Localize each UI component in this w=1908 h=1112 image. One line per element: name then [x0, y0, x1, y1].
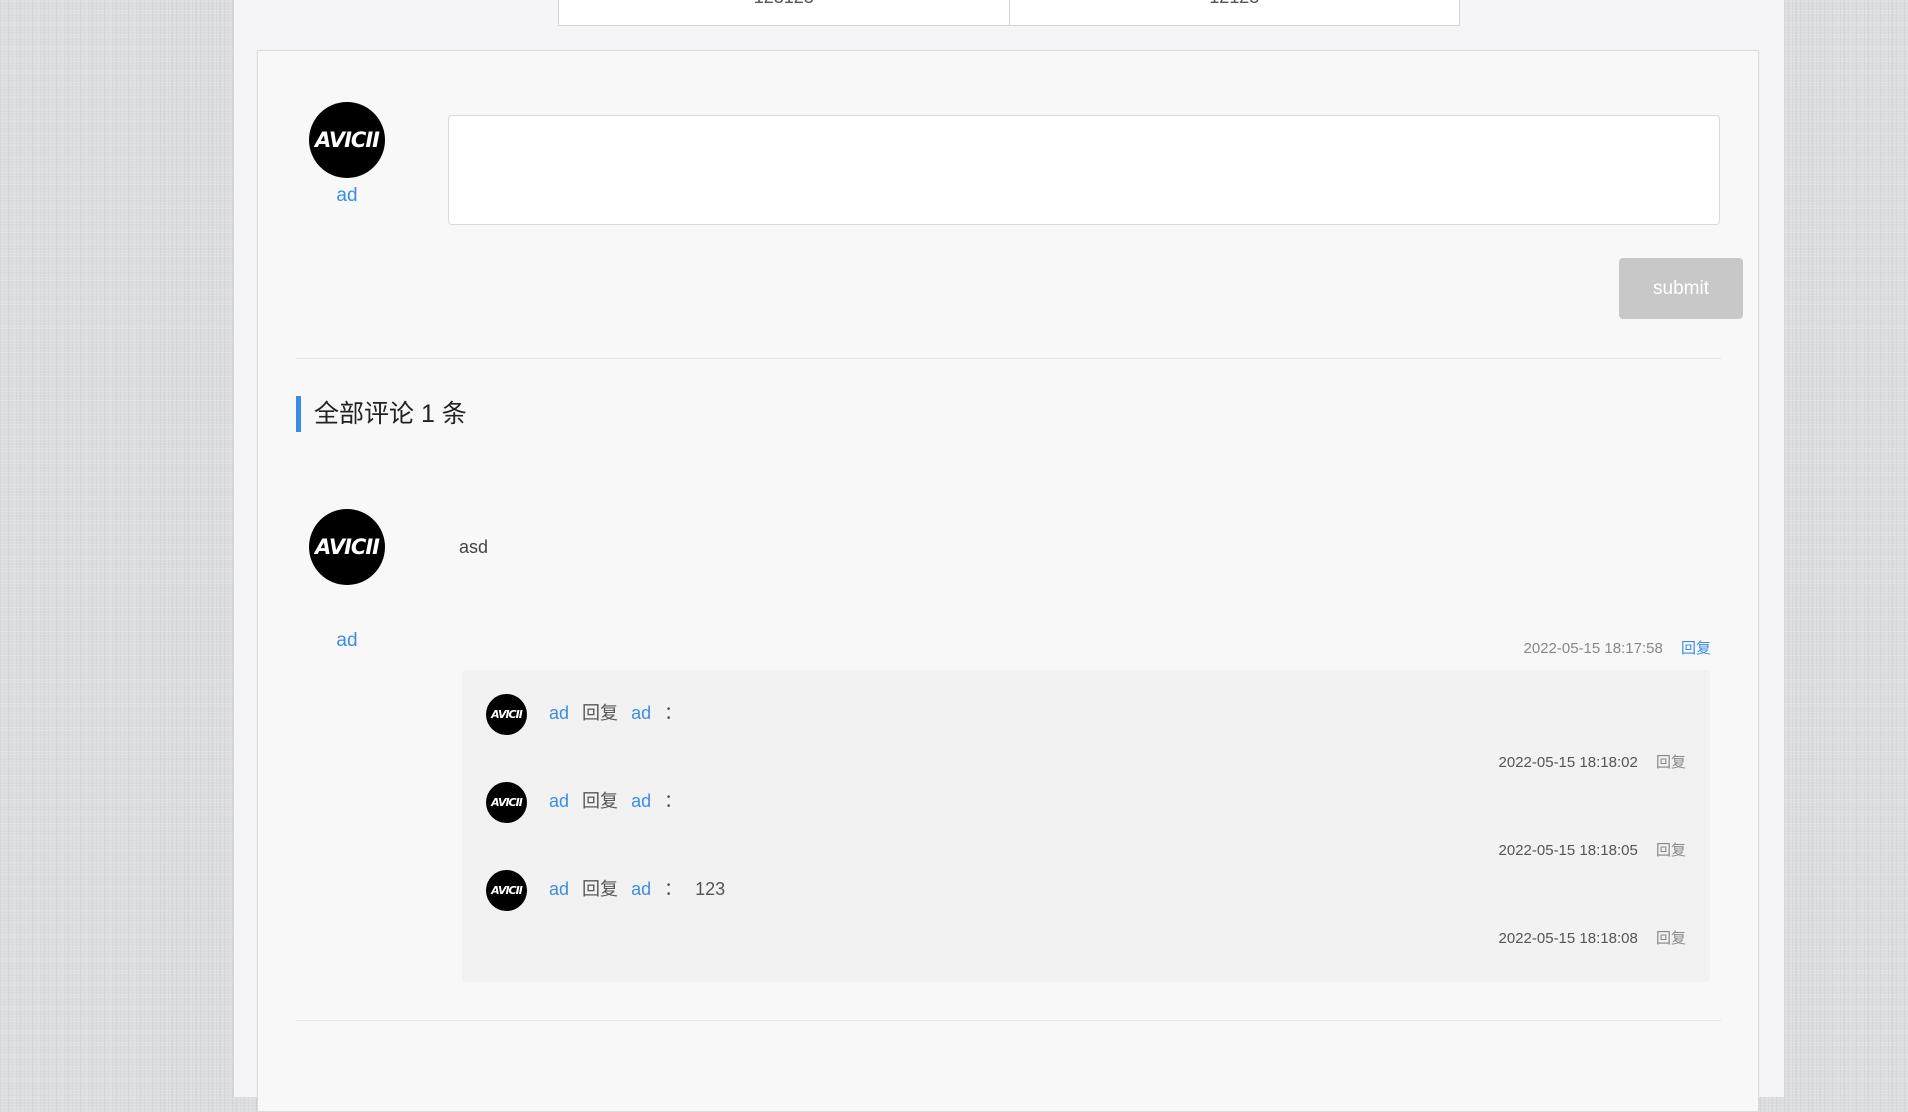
comment-username[interactable]: ad [309, 630, 385, 652]
reply-colon: ： [664, 703, 683, 723]
reply-colon: ： [664, 879, 683, 899]
comments-panel: AVICII ad submit 全部评论 1 条 AVICII ad asd … [257, 50, 1759, 1112]
reply-meta: 2022-05-15 18:18:02 回复 [1499, 751, 1686, 772]
reply-item: AVICII ad 回复 ad ： 2022-05-15 18:18:02 回复 [486, 694, 1686, 779]
comment-text: asd [459, 537, 489, 557]
reply-line: ad 回复 ad ： [549, 787, 698, 813]
comment-reply-button[interactable]: 回复 [1681, 640, 1711, 657]
reply-line: ad 回复 ad ： [549, 699, 698, 725]
user-avatar: AVICII [309, 102, 385, 178]
reply-avatar: AVICII [486, 870, 527, 911]
reply-meta: 2022-05-15 18:18:05 回复 [1499, 839, 1686, 860]
reply-from-user[interactable]: ad [549, 703, 569, 723]
divider [296, 358, 1721, 359]
reply-verb: 回复 [582, 879, 619, 899]
comment-input[interactable] [448, 115, 1720, 225]
divider [296, 1020, 1721, 1021]
comment-timestamp: 2022-05-15 18:17:58 [1523, 640, 1663, 657]
reply-timestamp: 2022-05-15 18:18:08 [1498, 930, 1638, 947]
reply-button[interactable]: 回复 [1656, 842, 1686, 859]
reply-line: ad 回复 ad ： 123 [549, 875, 733, 901]
comment-avatar: AVICII [309, 509, 385, 585]
reply-to-user[interactable]: ad [631, 879, 651, 899]
reply-from-user[interactable]: ad [549, 879, 569, 899]
reply-avatar: AVICII [486, 782, 527, 823]
top-table: 123123 12123 [558, 0, 1460, 26]
table-cell: 123123 [559, 0, 1010, 25]
reply-from-user[interactable]: ad [549, 791, 569, 811]
submit-button[interactable]: submit [1619, 258, 1743, 319]
reply-button[interactable]: 回复 [1656, 930, 1686, 947]
reply-avatar: AVICII [486, 694, 527, 735]
table-cell: 12123 [1010, 0, 1460, 25]
reply-item: AVICII ad 回复 ad ： 2022-05-15 18:18:05 回复 [486, 782, 1686, 867]
reply-verb: 回复 [582, 791, 619, 811]
reply-text: 123 [695, 879, 726, 899]
page-container: 123123 12123 AVICII ad submit 全部评论 1 条 A… [233, 0, 1785, 1112]
reply-colon: ： [664, 791, 683, 811]
replies-box: AVICII ad 回复 ad ： 2022-05-15 18:18:02 回复… [462, 670, 1710, 982]
reply-item: AVICII ad 回复 ad ： 123 2022-05-15 18:18:0… [486, 870, 1686, 955]
reply-button[interactable]: 回复 [1656, 754, 1686, 771]
reply-timestamp: 2022-05-15 18:18:05 [1498, 842, 1638, 859]
composer-username[interactable]: ad [309, 185, 385, 207]
reply-meta: 2022-05-15 18:18:08 回复 [1499, 927, 1686, 948]
comment-meta: 2022-05-15 18:17:58 回复 [1524, 637, 1711, 658]
reply-verb: 回复 [582, 703, 619, 723]
reply-timestamp: 2022-05-15 18:18:02 [1498, 754, 1638, 771]
reply-to-user[interactable]: ad [631, 791, 651, 811]
comments-count-title: 全部评论 1 条 [296, 396, 467, 432]
reply-to-user[interactable]: ad [631, 703, 651, 723]
